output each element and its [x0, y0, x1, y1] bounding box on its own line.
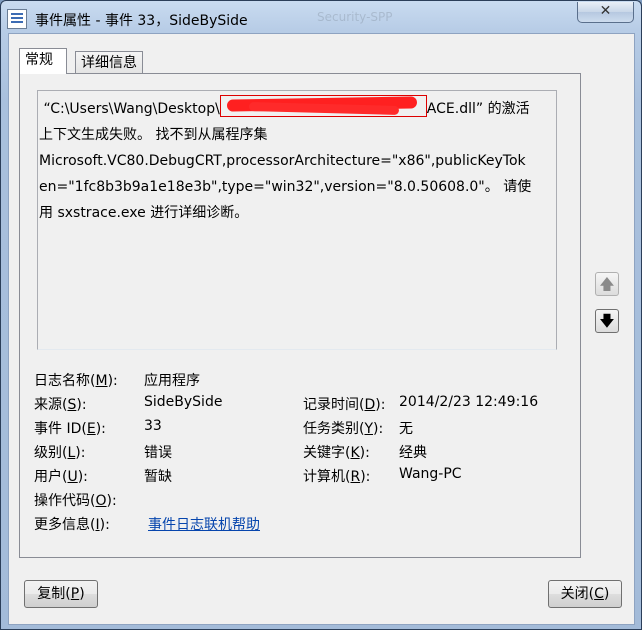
event-id-value: 33 [144, 418, 162, 434]
computer-value: Wang-PC [399, 466, 462, 482]
copy-button[interactable]: 复制(P) [24, 580, 98, 608]
computer-label: 计算机(R): [303, 469, 371, 485]
background-window-title: Security-SPP [317, 10, 393, 24]
title-bar[interactable]: 事件属性 - 事件 33，SideBySide Security-SPP ✕ [1, 1, 641, 37]
message-line-5: 用 sxstrace.exe 进行详细诊断。 [39, 205, 249, 221]
message-path-prefix: “C:\Users\Wang\Desktop\ [43, 101, 220, 117]
keywords-value: 经典 [399, 445, 427, 461]
logged-label: 记录时间(D): [303, 397, 386, 413]
event-viewer-icon [7, 9, 27, 29]
opcode-label: 操作代码(O): [34, 493, 117, 509]
source-label: 来源(S): [34, 397, 87, 413]
window-close-button[interactable]: ✕ [577, 2, 634, 23]
arrow-down-icon: 🡇 [599, 312, 615, 330]
next-event-button[interactable]: 🡇 [595, 309, 619, 333]
window-title: 事件属性 - 事件 33，SideBySide [35, 13, 248, 29]
redacted-path-segment [219, 95, 427, 117]
dialog-client-area: 常规 详细信息 “C:\Users\Wang\Desktop\ ACE.dll” … [8, 33, 635, 625]
close-icon: ✕ [599, 3, 612, 19]
previous-event-button[interactable]: 🡅 [595, 272, 619, 296]
user-value: 暂缺 [144, 469, 172, 485]
source-value: SideBySide [144, 394, 223, 410]
event-message-box[interactable]: “C:\Users\Wang\Desktop\ ACE.dll” 的激活 上下文生… [37, 90, 557, 350]
level-label: 级别(L): [34, 445, 86, 461]
log-name-label: 日志名称(M): [34, 373, 118, 389]
message-line-3: Microsoft.VC80.DebugCRT,processorArchite… [39, 153, 526, 169]
event-id-label: 事件 ID(E): [34, 421, 106, 437]
task-category-label: 任务类别(Y): [303, 421, 384, 437]
more-info-label: 更多信息(I): [34, 517, 110, 533]
keywords-label: 关键字(K): [303, 445, 370, 461]
tab-general[interactable]: 常规 [19, 48, 67, 74]
close-button[interactable]: 关闭(C) [548, 580, 622, 608]
level-value: 错误 [144, 445, 172, 461]
event-message-text: “C:\Users\Wang\Desktop\ ACE.dll” 的激活 上下文生… [39, 95, 557, 226]
event-log-online-help-link[interactable]: 事件日志联机帮助 [148, 514, 260, 534]
tab-details[interactable]: 详细信息 [75, 51, 143, 74]
log-name-value: 应用程序 [144, 373, 200, 389]
event-properties-window: 事件属性 - 事件 33，SideBySide Security-SPP ✕ 常… [0, 0, 642, 630]
arrow-up-icon: 🡅 [599, 275, 615, 293]
message-line-1: “C:\Users\Wang\Desktop\ ACE.dll” 的激活 [39, 95, 557, 122]
message-line-4: en="1fc8b3b9a1e18e3b",type="win32",versi… [39, 179, 532, 195]
message-path-suffix: ACE.dll” 的激活 [426, 101, 530, 117]
logged-value: 2014/2/23 12:49:16 [399, 394, 539, 410]
task-category-value: 无 [399, 421, 413, 437]
message-line-2: 上下文生成失败。 找不到从属程序集 [39, 127, 268, 143]
general-tab-panel: “C:\Users\Wang\Desktop\ ACE.dll” 的激活 上下文生… [19, 73, 581, 558]
user-label: 用户(U): [34, 469, 88, 485]
